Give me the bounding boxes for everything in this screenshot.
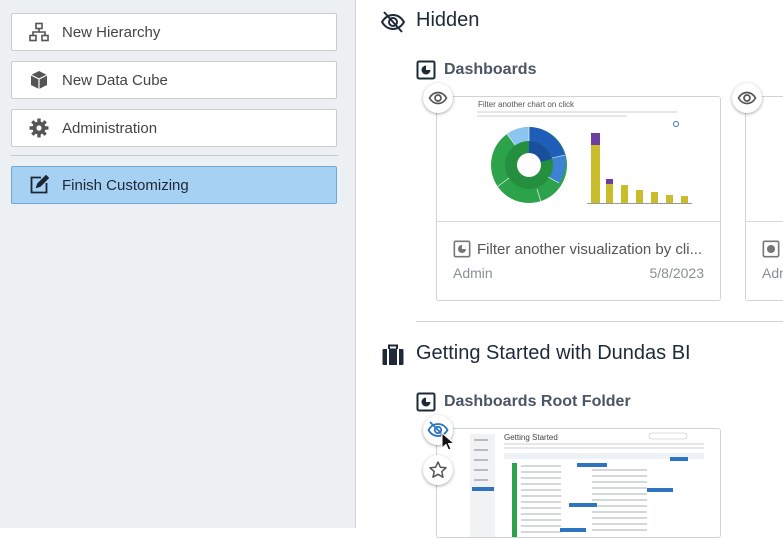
mouse-cursor-icon xyxy=(441,431,456,457)
dashboard-card-partial[interactable]: Adm xyxy=(745,96,783,301)
dashboard-card-date: 5/8/2023 xyxy=(649,265,705,281)
project-folder-dashboards-root[interactable]: Dashboards Root Folder xyxy=(416,392,631,412)
eye-slash-icon xyxy=(380,9,406,35)
briefcase-icon xyxy=(380,342,406,368)
dashboard-card-owner-partial: Adm xyxy=(762,265,783,281)
main-content: Hidden Dashboards Filter another chart o… xyxy=(356,0,783,538)
sidebar: New Hierarchy New Data Cube Administrati… xyxy=(0,0,356,528)
administration-button[interactable]: Administration xyxy=(11,109,337,147)
dashboard-thumbnail: Filter another chart on click xyxy=(437,97,720,222)
unhide-button[interactable] xyxy=(423,83,453,113)
thumbnail-preview: Filter another chart on click xyxy=(477,100,692,204)
cube-icon xyxy=(28,69,50,91)
hidden-folder-dashboards[interactable]: Dashboards xyxy=(416,60,537,80)
hidden-folder-label: Dashboards xyxy=(444,61,537,78)
dashboard-card-title: Filter another visualization by cli... xyxy=(453,240,708,258)
eye-icon xyxy=(428,88,448,108)
section-divider xyxy=(416,321,783,322)
project-folder-label: Dashboards Root Folder xyxy=(444,393,631,410)
hidden-section-title: Hidden xyxy=(380,9,480,33)
dashboard-icon xyxy=(416,60,436,80)
unhide-button-2[interactable] xyxy=(732,83,762,113)
dashboard-card[interactable]: Filter another chart on click Filter ano… xyxy=(436,96,721,301)
finish-customizing-button[interactable]: Finish Customizing xyxy=(11,166,337,204)
new-hierarchy-label: New Hierarchy xyxy=(62,23,161,41)
getting-started-thumbnail: Getting Started xyxy=(470,432,704,537)
new-data-cube-label: New Data Cube xyxy=(62,71,168,89)
project-title-text: Getting Started with Dundas BI xyxy=(416,342,691,364)
edit-icon xyxy=(28,174,50,196)
star-icon xyxy=(428,460,448,480)
finish-customizing-label: Finish Customizing xyxy=(62,176,189,194)
eye-icon xyxy=(737,88,757,108)
dashboard-small-icon-partial xyxy=(762,240,780,263)
hierarchy-icon xyxy=(28,21,50,43)
dashboard-card-title-text: Filter another visualization by cli... xyxy=(477,240,703,258)
new-data-cube-button[interactable]: New Data Cube xyxy=(11,61,337,99)
dashboard-small-icon xyxy=(453,240,471,258)
new-hierarchy-button[interactable]: New Hierarchy xyxy=(11,13,337,51)
sidebar-divider xyxy=(11,155,338,156)
favorite-button[interactable] xyxy=(423,455,453,485)
getting-started-preview-title: Getting Started xyxy=(504,433,558,442)
dashboard-thumbnail-partial xyxy=(746,97,783,222)
project-section-title: Getting Started with Dundas BI xyxy=(382,342,691,365)
hidden-title-text: Hidden xyxy=(416,9,480,31)
thumbnail-title: Filter another chart on click xyxy=(478,100,575,109)
getting-started-card[interactable]: Getting Started xyxy=(436,428,721,538)
dashboard-icon xyxy=(416,392,436,412)
gear-icon xyxy=(28,117,50,139)
administration-label: Administration xyxy=(62,119,158,137)
dashboard-card-owner: Admin xyxy=(453,265,493,281)
